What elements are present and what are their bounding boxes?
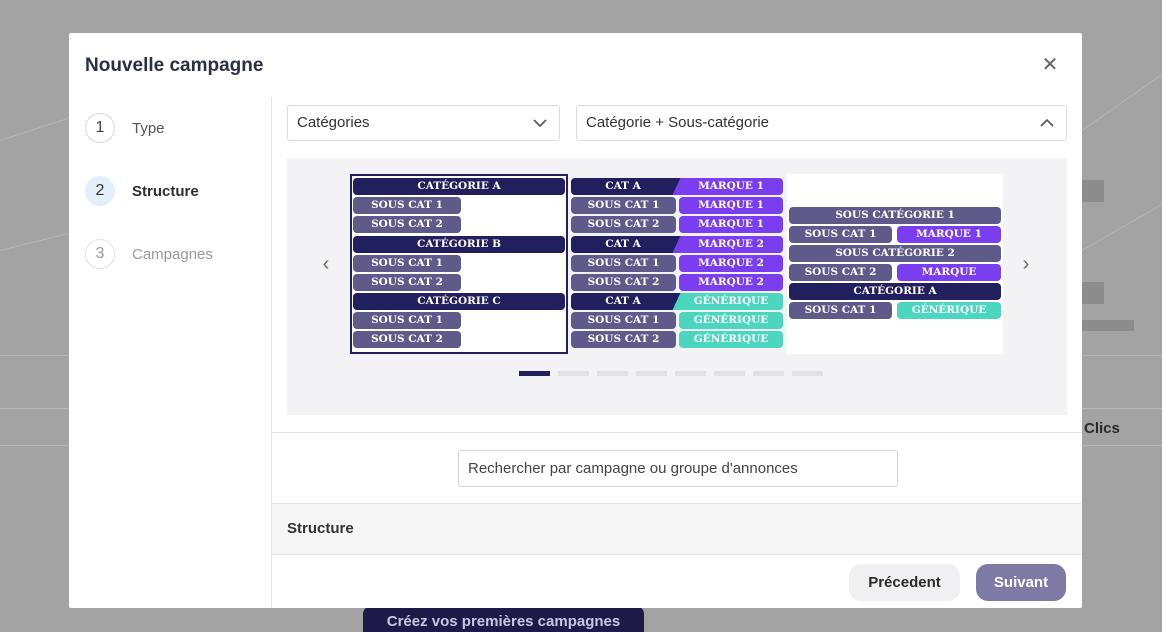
label-subcategory: SOUS CAT 2: [571, 216, 676, 233]
label-subcategory: SOUS CAT 2: [353, 331, 461, 348]
chevron-down-icon: [533, 119, 547, 128]
carousel-pagination: [519, 371, 823, 376]
categories-select-value: Catégories: [297, 114, 370, 131]
label-subcategory: SOUS CAT 1: [353, 255, 461, 272]
label-category: CATÉGORIE C: [353, 293, 565, 310]
carousel-dot[interactable]: [636, 371, 667, 376]
step-label: Structure: [132, 182, 199, 200]
label-subcategory: SOUS CAT 1: [789, 302, 892, 319]
carousel-dot[interactable]: [714, 371, 745, 376]
step-type[interactable]: 1 Type: [85, 113, 165, 143]
structure-type-select-value: Catégorie + Sous-catégorie: [586, 114, 770, 131]
carousel-dot[interactable]: [558, 371, 589, 376]
label-subcategory: SOUS CAT 2: [353, 216, 461, 233]
label-subcategory: SOUS CAT 1: [353, 197, 461, 214]
label-generic: GÉNÉRIQUE: [897, 302, 1001, 319]
step-label: Campagnes: [132, 245, 213, 263]
label-category: CATÉGORIE B: [353, 236, 565, 253]
label-category: CATÉGORIE A: [789, 283, 1001, 300]
label-generic: GÉNÉRIQUE: [679, 331, 783, 348]
new-campaign-modal: Nouvelle campagne ✕ 1 Type 2 Structure 3…: [69, 33, 1082, 608]
label-subcategory: SOUS CAT 2: [571, 274, 676, 291]
label-brand: MARQUE 2: [679, 274, 783, 291]
label-subcategory: SOUS CAT 1: [571, 312, 676, 329]
bg-chart-bar: [1082, 180, 1104, 202]
section-divider: [272, 432, 1082, 433]
label-subcategory: SOUS CAT 2: [789, 264, 892, 281]
chevron-left-icon[interactable]: ‹: [316, 249, 336, 279]
close-icon[interactable]: ✕: [1039, 54, 1061, 76]
structure-option-categories[interactable]: CATÉGORIE A SOUS CAT 1 SOUS CAT 2 CATÉGO…: [350, 174, 568, 354]
chevron-up-icon: [1040, 118, 1054, 127]
structure-type-select[interactable]: Catégorie + Sous-catégorie: [576, 105, 1067, 141]
create-campaigns-button[interactable]: Créez vos premières campagnes: [363, 606, 644, 632]
bg-chart-bar: [1082, 320, 1134, 331]
modal-title: Nouvelle campagne: [85, 55, 264, 76]
structure-carousel: ‹ › CATÉGORIE A SOUS CAT 1 SOUS CAT 2 CA…: [287, 158, 1067, 415]
structure-option-subcategory-brand[interactable]: SOUS CATÉGORIE 1 SOUS CAT 1 MARQUE 1 SOU…: [787, 174, 1003, 354]
structure-option-category-brand[interactable]: CAT A MARQUE 1 SOUS CAT 1 MARQUE 1 SOUS …: [569, 174, 785, 354]
label-brand: MARQUE 1: [698, 180, 764, 192]
categories-select[interactable]: Catégories: [287, 105, 560, 141]
carousel-dot[interactable]: [792, 371, 823, 376]
structure-section-header: Structure: [272, 503, 1082, 555]
label-subcategory: SOUS CAT 1: [353, 312, 461, 329]
label-subcategory: SOUS CAT 1: [571, 197, 676, 214]
step-number: 1: [85, 113, 115, 143]
label-subcategory: SOUS CATÉGORIE 1: [789, 207, 1001, 224]
label-brand: MARQUE 1: [897, 226, 1001, 243]
label-brand: MARQUE: [897, 264, 1001, 281]
chevron-right-icon[interactable]: ›: [1016, 249, 1036, 279]
label-subcategory: SOUS CAT 1: [789, 226, 892, 243]
carousel-dot[interactable]: [519, 371, 550, 376]
label-subcategory: SOUS CATÉGORIE 2: [789, 245, 1001, 262]
label-brand: MARQUE 2: [698, 238, 764, 250]
step-label: Type: [132, 119, 165, 137]
next-button[interactable]: Suivant: [976, 564, 1066, 601]
previous-button[interactable]: Précedent: [849, 564, 960, 601]
label-subcategory: SOUS CAT 1: [571, 255, 676, 272]
label-brand: MARQUE 1: [679, 216, 783, 233]
structure-section-title: Structure: [287, 520, 354, 537]
bg-chart-line: [1081, 61, 1162, 131]
label-generic: GÉNÉRIQUE: [693, 295, 769, 307]
label-generic: GÉNÉRIQUE: [679, 312, 783, 329]
step-number: 3: [85, 239, 115, 269]
label-brand: MARQUE 2: [679, 255, 783, 272]
bg-chart-bar: [1082, 282, 1104, 304]
label-brand: MARQUE 1: [679, 197, 783, 214]
structure-pane: Catégories Catégorie + Sous-catégorie ‹ …: [271, 97, 1082, 608]
search-input[interactable]: Rechercher par campagne ou groupe d'anno…: [458, 450, 898, 487]
bg-column-header: Clics: [1084, 420, 1120, 437]
carousel-dot[interactable]: [753, 371, 784, 376]
label-category: CATÉGORIE A: [353, 178, 565, 195]
label-subcategory: SOUS CAT 2: [353, 274, 461, 291]
carousel-dot[interactable]: [675, 371, 706, 376]
step-structure[interactable]: 2 Structure: [85, 176, 199, 206]
step-number: 2: [85, 176, 115, 206]
carousel-dot[interactable]: [597, 371, 628, 376]
step-campagnes[interactable]: 3 Campagnes: [85, 239, 213, 269]
label-subcategory: SOUS CAT 2: [571, 331, 676, 348]
